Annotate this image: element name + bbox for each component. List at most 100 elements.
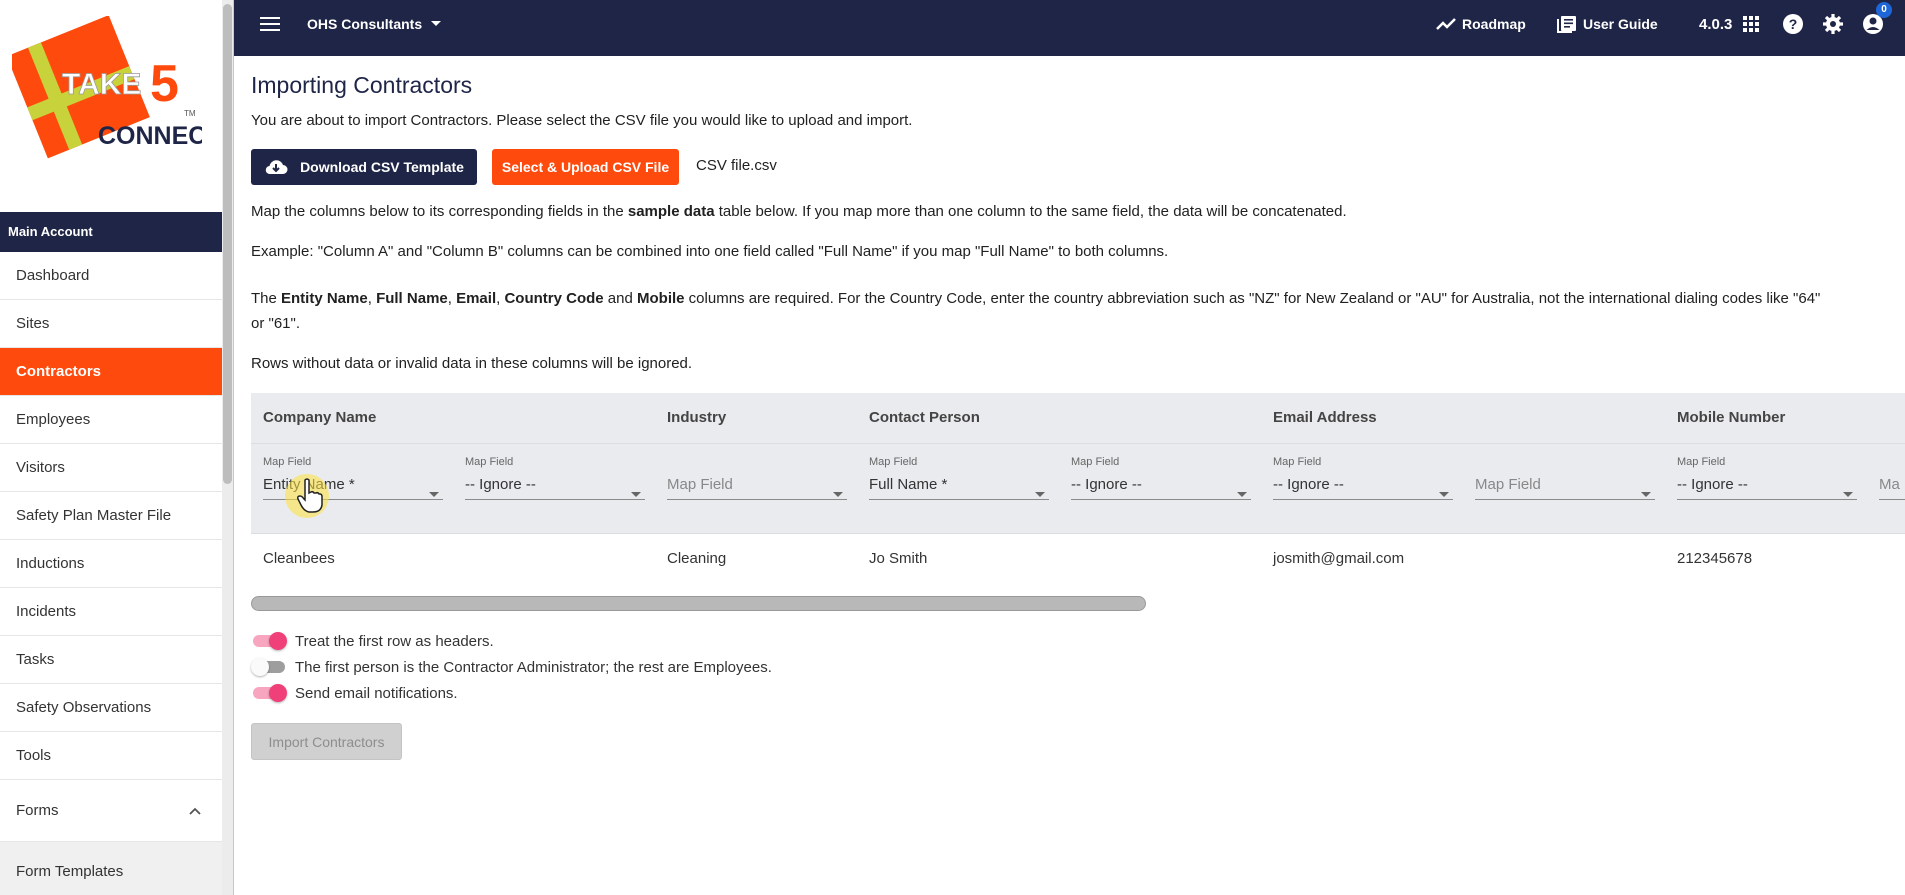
map-field-value: -- Ignore -- <box>1071 470 1251 500</box>
dropdown-arrow-icon <box>429 492 439 497</box>
account-selector[interactable]: OHS Consultants <box>307 0 442 48</box>
sidebar-item-form-templates[interactable]: Form Templates <box>0 842 222 895</box>
sidebar-item-forms-label: Forms <box>16 802 59 819</box>
page-title: Importing Contractors <box>251 72 473 98</box>
map-field-select-4[interactable]: Map Field Full Name * <box>869 454 1049 504</box>
dropdown-arrow-icon <box>1439 492 1449 497</box>
help-icon[interactable]: ? <box>1782 0 1804 48</box>
cell-company-name: Cleanbees <box>263 550 335 567</box>
sidebar-scrollbar-thumb[interactable] <box>223 4 232 484</box>
notification-badge: 0 <box>1876 2 1892 18</box>
map-field-label: Map Field <box>1071 456 1120 468</box>
map-field-label: Map Field <box>1677 456 1726 468</box>
select-upload-csv-button[interactable]: Select & Upload CSV File <box>492 149 679 185</box>
column-header-email-address: Email Address <box>1273 409 1377 426</box>
required-columns-text-cont: or "61". <box>251 315 301 332</box>
map-field-label: Map Field <box>869 456 918 468</box>
settings-gear-icon[interactable] <box>1822 0 1844 48</box>
sidebar-item-sites[interactable]: Sites <box>0 300 222 348</box>
sample-data-table: Company Name Industry Contact Person Ema… <box>251 393 1905 613</box>
req-text-2: columns are required. For the Country Co… <box>684 290 1821 307</box>
cell-email-address: josmith@gmail.com <box>1273 550 1405 567</box>
dropdown-arrow-icon <box>833 492 843 497</box>
cell-mobile-number: 212345678 <box>1677 550 1753 567</box>
roadmap-link[interactable]: Roadmap <box>1436 0 1526 48</box>
sidebar-item-incidents[interactable]: Incidents <box>0 588 222 636</box>
req-sep-1: , <box>367 290 377 307</box>
sidebar-item-dashboard[interactable]: Dashboard <box>0 252 222 300</box>
map-field-select-6[interactable]: Map Field -- Ignore -- <box>1273 454 1453 504</box>
column-header-contact-person: Contact Person <box>869 409 980 426</box>
user-guide-label: User Guide <box>1583 16 1658 32</box>
sidebar-item-tasks[interactable]: Tasks <box>0 636 222 684</box>
logo-text-connect: CONNECT <box>98 122 202 150</box>
sidebar-item-safety-plan-master-file[interactable]: Safety Plan Master File <box>0 492 222 540</box>
sidebar-item-employees[interactable]: Employees <box>0 396 222 444</box>
req-text-1: The <box>251 290 282 307</box>
map-field-value: -- Ignore -- <box>465 470 645 500</box>
mapping-text-1: Map the columns below to its correspondi… <box>251 203 628 220</box>
rows-note-text: Rows without data or invalid data in the… <box>251 355 693 372</box>
sidebar-item-visitors[interactable]: Visitors <box>0 444 222 492</box>
logo-text-take: TAKE <box>62 68 141 101</box>
sidebar-nav: Dashboard Sites Contractors Employees Vi… <box>0 252 222 895</box>
roadmap-label: Roadmap <box>1462 16 1526 32</box>
map-field-placeholder: Ma <box>1879 470 1905 500</box>
mapping-instructions: Map the columns below to its correspondi… <box>251 203 1347 220</box>
dropdown-arrow-icon <box>1237 492 1247 497</box>
caret-down-icon <box>431 21 442 26</box>
mapping-text-2: table below. If you map more than one co… <box>714 203 1347 220</box>
map-field-value: Full Name * <box>869 470 1049 500</box>
map-field-select-7[interactable]: Map Field <box>1475 454 1655 504</box>
logo-tm: TM <box>184 109 196 118</box>
map-field-placeholder: Map Field <box>1475 470 1655 500</box>
req-mobile: Mobile <box>637 290 685 307</box>
toggle-row-email: Send email notifications. <box>251 681 458 705</box>
map-field-select-3[interactable]: Map Field <box>667 454 847 504</box>
top-bar: OHS Consultants Roadmap User Guide 4.0.3… <box>234 0 1905 56</box>
email-notifications-toggle-switch[interactable] <box>251 683 287 703</box>
download-csv-template-label: Download CSV Template <box>300 159 464 175</box>
dropdown-arrow-icon <box>631 492 641 497</box>
take5-connect-logo[interactable]: TAKE 5 CONNECT TM <box>6 15 222 166</box>
table-horizontal-scrollbar[interactable] <box>251 596 1146 611</box>
import-contractors-button[interactable]: Import Contractors <box>251 723 402 760</box>
intro-text: You are about to import Contractors. Ple… <box>251 112 913 129</box>
map-field-label: Map Field <box>263 456 312 468</box>
req-sep-2: , <box>447 290 457 307</box>
map-field-select-8[interactable]: Map Field -- Ignore -- <box>1677 454 1857 504</box>
admin-toggle-switch[interactable] <box>251 657 287 677</box>
column-header-mobile-number: Mobile Number <box>1677 409 1786 426</box>
trending-up-icon <box>1436 18 1456 30</box>
svg-text:?: ? <box>1789 16 1798 32</box>
table-row: Cleanbees Cleaning Jo Smith josmith@gmai… <box>251 533 1905 583</box>
required-columns-text: The Entity Name, Full Name, Email, Count… <box>251 290 1820 307</box>
map-field-select-2[interactable]: Map Field -- Ignore -- <box>465 454 645 504</box>
sidebar-item-tools[interactable]: Tools <box>0 732 222 780</box>
dropdown-arrow-icon <box>1843 492 1853 497</box>
menu-icon[interactable] <box>260 0 280 48</box>
map-field-label: Map Field <box>1273 456 1322 468</box>
sidebar-item-inductions[interactable]: Inductions <box>0 540 222 588</box>
app-root: TAKE 5 CONNECT TM Main Account Dashboard… <box>0 0 1905 895</box>
email-toggle-label: Send email notifications. <box>295 684 458 702</box>
download-csv-template-button[interactable]: Download CSV Template <box>251 149 477 185</box>
column-header-industry: Industry <box>667 409 727 426</box>
toggle-row-admin: The first person is the Contractor Admin… <box>251 655 772 679</box>
section-header-main-account: Main Account <box>0 212 222 252</box>
sidebar-item-forms[interactable]: Forms <box>0 780 222 842</box>
map-field-select-9[interactable]: Ma <box>1879 454 1905 504</box>
req-and: and <box>603 290 638 307</box>
apps-grid-icon[interactable] <box>1743 0 1759 48</box>
req-full-name: Full Name <box>376 290 448 307</box>
sidebar-item-contractors[interactable]: Contractors <box>0 348 222 396</box>
sidebar-item-safety-observations[interactable]: Safety Observations <box>0 684 222 732</box>
req-entity-name: Entity Name <box>281 290 368 307</box>
chevron-up-icon <box>189 807 201 815</box>
map-field-value: -- Ignore -- <box>1273 470 1453 500</box>
hand-pointer-icon <box>297 478 323 513</box>
selected-file-name: CSV file.csv <box>696 157 777 174</box>
user-guide-link[interactable]: User Guide <box>1557 0 1658 48</box>
headers-toggle-switch[interactable] <box>251 631 287 651</box>
map-field-select-5[interactable]: Map Field -- Ignore -- <box>1071 454 1251 504</box>
